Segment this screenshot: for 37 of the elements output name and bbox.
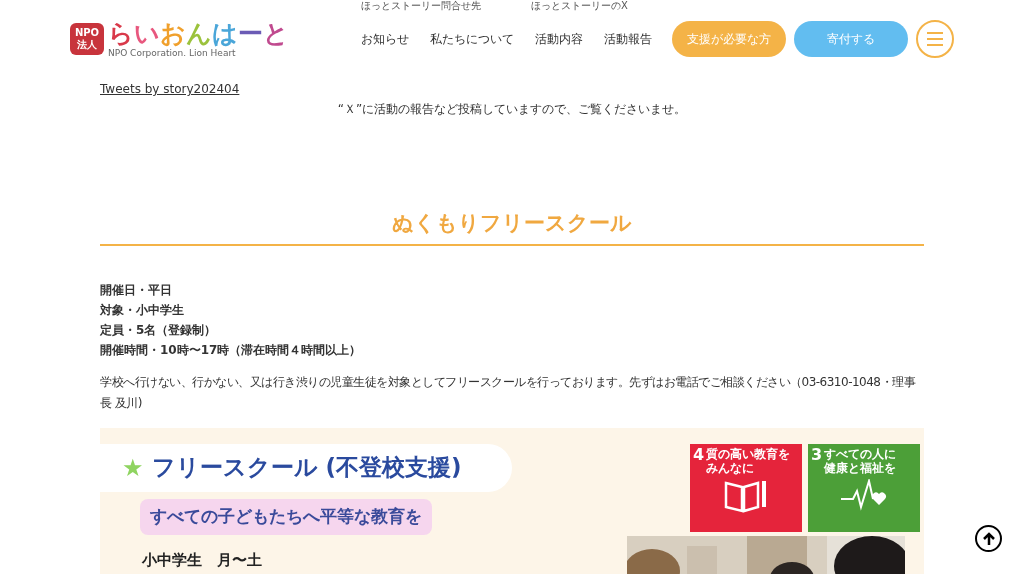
logo-badge: NPO 法人 <box>70 23 104 55</box>
detail-text: 定員・5名（登録制） <box>100 321 218 338</box>
logo-letter: と <box>263 20 289 48</box>
top-link[interactable]: ほっとストーリーのX <box>531 0 628 13</box>
logo-letter: ら <box>108 20 134 48</box>
nav-link[interactable]: 活動内容 <box>535 30 583 48</box>
scroll-top-button[interactable] <box>975 525 1002 552</box>
goal-text: みんなに <box>706 460 756 475</box>
logo-subtitle: NPO Corporation. Lion Heart <box>108 48 237 58</box>
section-title: ぬくもりフリースクール <box>100 208 924 246</box>
tweets-link[interactable]: Tweets by story202404 <box>100 80 924 98</box>
logo-letter: ー <box>238 20 263 48</box>
arrow-up-icon <box>982 531 995 546</box>
flyer-schedule: 小中学生 月〜土 <box>142 549 263 571</box>
goal-number: 4 <box>693 446 705 463</box>
heartbeat-icon <box>839 478 889 511</box>
flyer-title: フリースクール (不登校支援) <box>151 453 462 483</box>
nav-link[interactable]: お知らせ <box>361 30 409 48</box>
detail-text: 開催日・平日 <box>100 281 173 298</box>
goal-text: 質の高い教育を <box>706 446 791 461</box>
goal-number: 3 <box>811 446 823 463</box>
notice-text: “Ｘ”に活動の報告など投稿していますので、ご覧くださいませ。 <box>336 101 688 118</box>
goal-text: 健康と福祉を <box>824 460 897 475</box>
star-icon: ★ <box>122 449 144 486</box>
logo-letter: お <box>160 20 186 48</box>
nav-link[interactable]: 活動報告 <box>604 30 652 48</box>
logo-letter: は <box>212 20 238 48</box>
goal-text: すべての人に <box>824 446 897 461</box>
nav-link[interactable]: 私たちについて <box>430 30 514 48</box>
detail-text: 開催時間・10時〜17時（滞在時間４時間以上） <box>100 341 363 358</box>
flyer-tagline: すべての子どもたちへ平等な教育を <box>140 498 432 535</box>
top-link[interactable]: ほっとストーリー問合せ先 <box>361 0 531 13</box>
logo-letter: い <box>134 20 160 48</box>
book-icon <box>724 478 768 513</box>
logo-letter: ん <box>186 20 212 48</box>
description-text: 学校へ行けない、行かない、又は行き渋りの児童生徒を対象としてフリースクールを行っております。先ずはお電話でご相談ください（03-6310-1048・理事長 及川) <box>100 373 917 412</box>
detail-text: 対象・小中学生 <box>100 301 185 318</box>
